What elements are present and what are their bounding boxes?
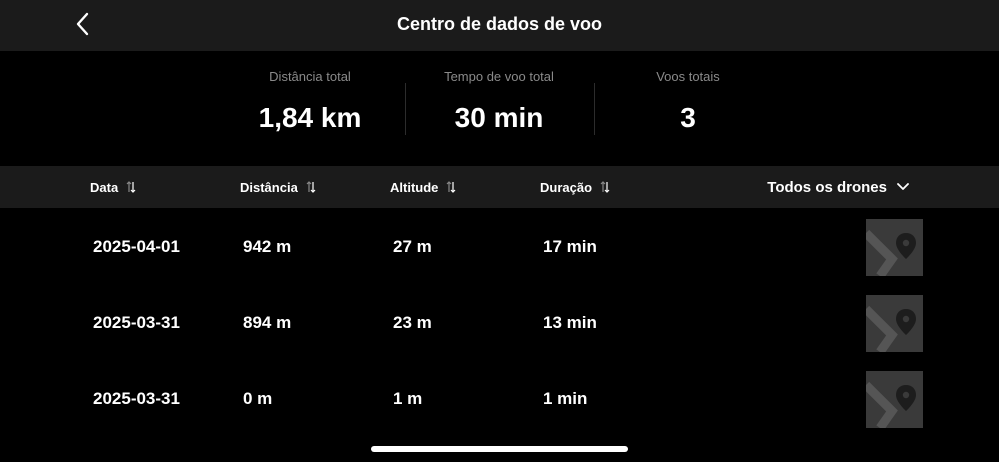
total-distance-label: Distância total bbox=[269, 69, 351, 84]
total-distance-stat: Distância total 1,84 km bbox=[215, 69, 405, 134]
sort-icon bbox=[306, 180, 316, 194]
sort-by-altitude-button[interactable]: Altitude bbox=[390, 166, 456, 208]
map-thumbnail[interactable] bbox=[862, 295, 923, 355]
flight-duration: 17 min bbox=[543, 237, 597, 256]
total-distance-value: 1,84 km bbox=[258, 102, 362, 133]
flight-row[interactable]: 2025-03-31 894 m 23 m 13 min bbox=[0, 285, 999, 361]
flight-summary: Distância total 1,84 km Tempo de voo tot… bbox=[0, 51, 999, 166]
flight-date: 2025-03-31 bbox=[93, 313, 180, 332]
map-thumbnail[interactable] bbox=[862, 219, 923, 279]
total-flights-value: 3 bbox=[680, 102, 696, 133]
sort-by-distance-button[interactable]: Distância bbox=[240, 166, 316, 208]
flight-date: 2025-04-01 bbox=[93, 237, 180, 256]
map-thumbnail[interactable] bbox=[862, 371, 923, 431]
sort-icon bbox=[600, 180, 610, 194]
page-title: Centro de dados de voo bbox=[396, 14, 603, 34]
flight-altitude: 1 m bbox=[393, 389, 423, 408]
total-flights-label: Voos totais bbox=[656, 69, 720, 84]
map-pin-icon bbox=[862, 371, 923, 432]
column-header-altitude: Altitude bbox=[390, 179, 439, 195]
total-time-label: Tempo de voo total bbox=[444, 69, 554, 84]
flight-altitude: 23 m bbox=[393, 313, 432, 332]
flight-distance: 894 m bbox=[243, 313, 292, 332]
flight-date: 2025-03-31 bbox=[93, 389, 180, 408]
chevron-down-icon bbox=[897, 183, 909, 191]
flight-row[interactable]: 2025-03-31 0 m 1 m 1 min bbox=[0, 361, 999, 437]
column-header-duration: Duração bbox=[540, 179, 593, 195]
sort-by-date-button[interactable]: Data bbox=[90, 166, 136, 208]
total-time-stat: Tempo de voo total 30 min bbox=[404, 69, 594, 134]
flight-altitude: 27 m bbox=[393, 237, 432, 256]
drone-filter-dropdown[interactable]: Todos os drones bbox=[767, 166, 909, 208]
column-header-distance: Distância bbox=[240, 179, 298, 195]
top-bar: Centro de dados de voo bbox=[0, 0, 999, 51]
flight-row[interactable]: 2025-04-01 942 m 27 m 17 min bbox=[0, 209, 999, 285]
sort-icon bbox=[126, 180, 136, 194]
sort-icon bbox=[446, 180, 456, 194]
home-indicator[interactable] bbox=[371, 446, 628, 452]
drone-filter-label: Todos os drones bbox=[767, 178, 887, 196]
total-flights-stat: Voos totais 3 bbox=[593, 69, 783, 134]
map-pin-icon bbox=[862, 295, 923, 356]
column-header-date: Data bbox=[90, 179, 119, 195]
flight-duration: 1 min bbox=[543, 389, 588, 408]
map-pin-icon bbox=[862, 219, 923, 280]
flight-duration: 13 min bbox=[543, 313, 597, 332]
table-header: Data Distância Altitude Duração Todos os… bbox=[0, 166, 999, 208]
flight-distance: 942 m bbox=[243, 237, 292, 256]
total-time-value: 30 min bbox=[454, 102, 544, 133]
flight-distance: 0 m bbox=[243, 389, 273, 408]
sort-by-duration-button[interactable]: Duração bbox=[540, 166, 610, 208]
